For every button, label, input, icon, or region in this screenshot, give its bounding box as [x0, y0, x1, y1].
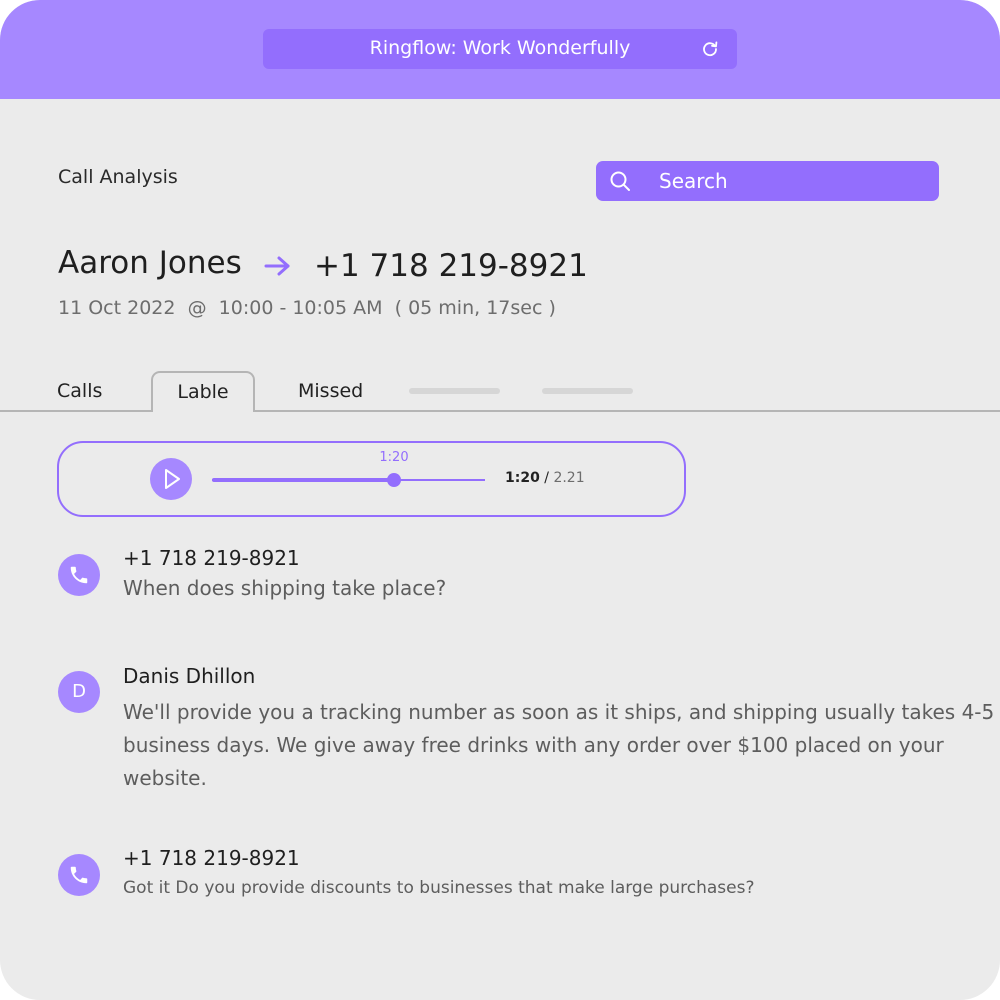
arrow-right-icon	[264, 256, 290, 276]
phone-icon	[70, 566, 88, 584]
message-sender: Danis Dhillon	[123, 664, 256, 688]
avatar	[58, 854, 100, 896]
tab-placeholder	[542, 388, 633, 394]
browser-titlebar: Ringflow: Work Wonderfully	[0, 0, 1000, 99]
page-title: Ringflow: Work Wonderfully	[369, 37, 631, 59]
time-total: 2.21	[553, 470, 585, 486]
caller-name: Aaron Jones	[58, 245, 242, 281]
app-window: Ringflow: Work Wonderfully Call Analysis…	[0, 0, 1000, 1000]
address-bar[interactable]: Ringflow: Work Wonderfully	[263, 29, 737, 69]
avatar	[58, 554, 100, 596]
call-duration: ( 05 min, 17sec )	[394, 297, 556, 319]
message-sender: +1 718 219-8921	[123, 546, 300, 570]
search-icon	[610, 171, 630, 191]
play-button[interactable]	[150, 458, 192, 500]
progress-track[interactable]: 1:20	[212, 450, 485, 487]
play-icon	[165, 469, 180, 489]
tab-calls[interactable]: Calls	[57, 372, 102, 411]
call-date: 11 Oct 2022	[58, 297, 176, 319]
section-title: Call Analysis	[58, 166, 178, 188]
time-separator: /	[539, 470, 554, 486]
search-label: Search	[659, 169, 728, 193]
time-readout: 1:20 / 2.21	[505, 470, 585, 486]
reload-icon[interactable]	[701, 40, 719, 58]
progress-knob[interactable]	[387, 473, 401, 487]
message-text: We'll provide you a tracking number as s…	[123, 700, 995, 790]
tab-missed[interactable]: Missed	[298, 372, 363, 411]
phone-icon	[70, 866, 88, 884]
message-text: When does shipping take place?	[123, 576, 447, 600]
search-button[interactable]: Search	[596, 161, 939, 201]
avatar: D	[58, 671, 100, 713]
audio-player: 1:20 1:20 / 2.21	[57, 441, 686, 517]
call-meta: 11 Oct 2022 @ 10:00 - 10:05 AM ( 05 min,…	[58, 297, 556, 319]
caller-phone: +1 718 219-8921	[314, 248, 588, 284]
call-at-sign: @	[187, 297, 207, 319]
tab-lable[interactable]: Lable	[151, 371, 255, 412]
message-sender: +1 718 219-8921	[123, 846, 300, 870]
call-time-range: 10:00 - 10:05 AM	[218, 297, 383, 319]
tab-placeholder	[409, 388, 500, 394]
time-current: 1:20	[505, 470, 540, 486]
message-text: Got it Do you provide discounts to busin…	[123, 878, 755, 898]
progress-fill	[212, 478, 394, 482]
tabs-divider	[0, 410, 1000, 412]
progress-tooltip: 1:20	[379, 450, 409, 465]
